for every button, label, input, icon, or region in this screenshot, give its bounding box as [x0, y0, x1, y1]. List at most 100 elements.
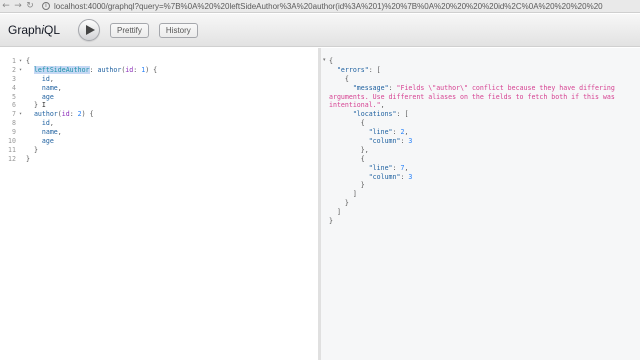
editor-token: } [26, 145, 38, 154]
editor-token: , [49, 74, 54, 83]
line-number: 4 [0, 84, 22, 93]
line-number: 1 ▾ [0, 57, 22, 66]
result-token [329, 164, 369, 172]
fold-arrow-icon[interactable]: ▾ [19, 66, 22, 75]
line-number-text: 3 [12, 74, 16, 83]
result-json: { "errors": [ { "message": "Fields \"aut… [329, 57, 615, 226]
editor-token: author [33, 110, 58, 119]
result-line: ] [329, 190, 615, 199]
result-line: "column": 3 [329, 173, 615, 182]
editor-line: } [26, 155, 157, 164]
result-pane: { "errors": [ { "message": "Fields \"aut… [320, 48, 640, 360]
result-token: 3 [408, 172, 413, 181]
result-token: intentional." [329, 101, 381, 110]
result-line: "errors": [ [329, 66, 615, 75]
line-number: 12 [0, 155, 22, 164]
result-line: } [329, 181, 615, 190]
browser-bar: ← → ↻ i localhost:4000/graphql?query=%7B… [0, 0, 640, 13]
result-token: { [329, 57, 333, 65]
line-number: 3 [0, 75, 22, 84]
line-number-text: 4 [12, 83, 16, 92]
editor-line: name, [26, 84, 157, 93]
result-token: { [329, 119, 365, 128]
line-number: 8 [0, 119, 22, 128]
execute-query-button[interactable] [78, 19, 100, 41]
line-number-text: 5 [12, 92, 16, 101]
editor-token: id [41, 74, 50, 83]
line-number: 5 [0, 93, 22, 102]
editor-line: name, [26, 128, 157, 137]
result-token: arguments. Use different aliases on the … [329, 92, 615, 101]
line-number-text: 6 [12, 101, 16, 110]
result-line: { [329, 57, 615, 66]
result-token: "line" [368, 128, 393, 137]
editor-line: leftSideAuthor: author(id: 1) { [26, 65, 158, 75]
editor-line: age [26, 93, 157, 102]
line-number-text: 8 [12, 119, 16, 128]
editor-token: I [37, 101, 46, 110]
reload-icon[interactable]: ↻ [24, 0, 36, 13]
result-token: } [329, 199, 349, 208]
editor-token: leftSideAuthor [33, 65, 90, 74]
forward-arrow-icon[interactable]: → [12, 0, 24, 13]
editor-token: } [26, 154, 30, 163]
result-token: } [329, 217, 333, 226]
result-token: "column" [368, 137, 401, 146]
editor-line: id, [26, 75, 157, 84]
result-line: "line": 2, [329, 128, 615, 137]
result-token: : [388, 83, 397, 92]
line-number-gutter: 1 ▾ 2 ▾ 3 4 5 6 7 ▾ 8 9 10 11 12 [0, 57, 22, 164]
fold-arrow-icon[interactable]: ▾ [19, 110, 22, 119]
result-token [329, 128, 369, 136]
result-token: ] [329, 190, 357, 199]
result-token [329, 84, 353, 92]
address-bar[interactable]: i localhost:4000/graphql?query=%7B%0A%20… [42, 0, 640, 12]
info-icon[interactable]: i [42, 2, 50, 10]
editor-token: ) { [145, 65, 158, 74]
result-token: : [ [368, 65, 381, 74]
fold-arrow-icon[interactable]: ▾ [19, 57, 22, 66]
editor-token: name [41, 83, 58, 92]
query-code[interactable]: { leftSideAuthor: author(id: 1) { id, na… [26, 57, 157, 164]
result-line: { [329, 75, 615, 84]
app-title: GraphiQL [8, 23, 61, 37]
result-line: { [329, 155, 615, 164]
back-arrow-icon[interactable]: ← [0, 0, 12, 13]
editor-token: , [57, 128, 62, 137]
editor-token: age [41, 137, 54, 146]
result-token: ] [329, 208, 341, 217]
prettify-button[interactable]: Prettify [110, 22, 149, 38]
editor-token: name [41, 128, 58, 137]
editor-token [26, 75, 42, 83]
editor-token: , [57, 83, 62, 92]
result-line: "column": 3 [329, 137, 615, 146]
editor-token [26, 119, 42, 127]
result-line: "line": 7, [329, 164, 615, 173]
editor-token: , [49, 119, 54, 128]
editor-token [26, 84, 42, 92]
editor-line: age [26, 137, 157, 146]
result-token: { [329, 154, 365, 163]
line-number-text: 10 [8, 137, 16, 146]
play-icon [85, 25, 95, 35]
result-token [329, 137, 369, 145]
editor-token: { [26, 57, 30, 65]
result-line: } [329, 217, 615, 226]
result-token: "message" [352, 83, 389, 92]
line-number-text: 9 [12, 128, 16, 137]
editor-token: id [41, 119, 50, 128]
history-button[interactable]: History [158, 22, 198, 38]
editor-line: } I [26, 101, 157, 110]
result-line: ] [329, 208, 615, 217]
result-token: "column" [368, 172, 401, 181]
result-token: : [ [396, 110, 409, 119]
graphiql-toolbar: GraphiQL Prettify History [0, 14, 640, 47]
result-token: , [380, 101, 385, 110]
editor-token: id [61, 110, 70, 119]
editor-token [26, 137, 42, 145]
query-editor[interactable]: 1 ▾ 2 ▾ 3 4 5 6 7 ▾ 8 9 10 11 12 { leftSideAuthor: aut… [0, 48, 318, 360]
editor-token [26, 110, 34, 118]
fold-arrow-icon[interactable]: ▾ [323, 57, 326, 63]
result-token: , [404, 128, 409, 137]
result-line: arguments. Use different aliases on the … [329, 93, 615, 102]
